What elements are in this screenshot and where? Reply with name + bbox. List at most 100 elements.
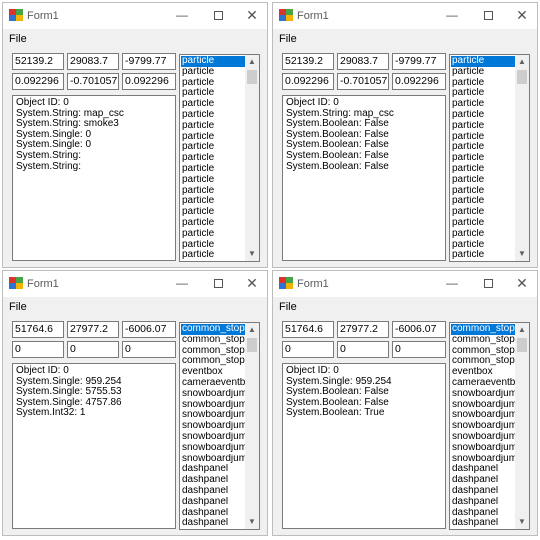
list-scrollbar[interactable]: ▲ ▼ (515, 55, 529, 261)
list-item[interactable]: common_stoppl (181, 335, 245, 346)
list-item[interactable]: common_stoppl (451, 346, 515, 357)
position-z-field[interactable]: -6006.07 (392, 321, 446, 338)
position-y-field[interactable]: 27977.2 (67, 321, 119, 338)
list-item[interactable]: particle (181, 186, 245, 197)
list-scrollbar[interactable]: ▲ ▼ (245, 55, 259, 261)
position-z-field[interactable]: -6006.07 (122, 321, 176, 338)
rotation-z-field[interactable]: 0.092296 (122, 73, 176, 90)
rotation-x-field[interactable]: 0.092296 (12, 73, 64, 90)
minimize-button[interactable]: — (443, 7, 461, 23)
object-listbox[interactable]: particle particle particle particle particle… (179, 54, 260, 262)
maximize-button[interactable] (209, 275, 227, 291)
menu-file[interactable]: File (9, 301, 27, 313)
rotation-z-field[interactable]: 0 (122, 341, 176, 358)
rotation-y-field[interactable]: -0.701057 (337, 73, 389, 90)
position-y-field[interactable]: 27977.2 (337, 321, 389, 338)
list-item[interactable]: particle (451, 142, 515, 153)
rotation-y-field[interactable]: 0 (67, 341, 119, 358)
list-item[interactable]: dashpanel (181, 486, 245, 497)
list-item[interactable]: particle (181, 67, 245, 78)
object-listbox[interactable]: common_stoppcommon_stopplcommon_stopplco… (449, 322, 530, 530)
scroll-down-icon[interactable]: ▼ (245, 247, 259, 261)
position-x-field[interactable]: 52139.2 (12, 53, 64, 70)
minimize-button[interactable]: — (443, 275, 461, 291)
scroll-thumb[interactable] (247, 338, 257, 352)
object-listbox[interactable]: particle particle particle particle particle… (449, 54, 530, 262)
list-item[interactable]: dashpanel (181, 464, 245, 475)
close-button[interactable]: ✕ (243, 7, 261, 23)
list-item[interactable]: common_stoppl (181, 356, 245, 367)
list-item[interactable]: particle (451, 99, 515, 110)
list-item[interactable]: snowboardjump (181, 421, 245, 432)
list-item[interactable]: particle (181, 110, 245, 121)
rotation-y-field[interactable]: 0 (337, 341, 389, 358)
rotation-z-field[interactable]: 0 (392, 341, 446, 358)
list-item[interactable]: particle (181, 121, 245, 132)
list-item[interactable]: snowboardjump (181, 454, 245, 465)
list-item[interactable]: particle (451, 88, 515, 99)
list-item[interactable]: dashpanel (181, 497, 245, 508)
list-item[interactable]: particle (451, 153, 515, 164)
list-item[interactable]: particle (181, 153, 245, 164)
scroll-up-icon[interactable]: ▲ (515, 323, 529, 337)
list-item[interactable]: particle (181, 250, 245, 261)
list-item[interactable]: particle (181, 196, 245, 207)
position-z-field[interactable]: -9799.77 (392, 53, 446, 70)
scroll-up-icon[interactable]: ▲ (245, 55, 259, 69)
scroll-thumb[interactable] (517, 70, 527, 84)
list-item[interactable]: snowboardjump (181, 400, 245, 411)
position-x-field[interactable]: 52139.2 (282, 53, 334, 70)
list-item[interactable]: particle (181, 218, 245, 229)
minimize-button[interactable]: — (173, 275, 191, 291)
list-item[interactable]: particle (451, 121, 515, 132)
maximize-button[interactable] (479, 275, 497, 291)
scroll-up-icon[interactable]: ▲ (515, 55, 529, 69)
rotation-x-field[interactable]: 0 (282, 341, 334, 358)
maximize-button[interactable] (479, 7, 497, 23)
maximize-button[interactable] (209, 7, 227, 23)
object-details-textbox[interactable]: Object ID: 0 System.String: map_csc System… (12, 95, 176, 261)
list-item[interactable]: snowboardjump (451, 389, 515, 400)
list-item[interactable]: dashpanel (451, 497, 515, 508)
list-item[interactable]: eventbox (181, 367, 245, 378)
list-scrollbar[interactable]: ▲ ▼ (515, 323, 529, 529)
list-item[interactable]: common_stopp (181, 324, 245, 335)
list-item[interactable]: common_stoppl (451, 356, 515, 367)
list-item[interactable]: snowboardjump (451, 410, 515, 421)
list-item[interactable]: particle (451, 186, 515, 197)
object-details-textbox[interactable]: Object ID: 0 System.Single: 959.254 System… (12, 363, 176, 529)
list-item[interactable]: particle (451, 240, 515, 251)
scroll-up-icon[interactable]: ▲ (245, 323, 259, 337)
rotation-x-field[interactable]: 0 (12, 341, 64, 358)
rotation-z-field[interactable]: 0.092296 (392, 73, 446, 90)
scroll-down-icon[interactable]: ▼ (245, 515, 259, 529)
list-item[interactable]: particle (451, 196, 515, 207)
list-item[interactable]: common_stoppl (451, 335, 515, 346)
scroll-thumb[interactable] (517, 338, 527, 352)
position-y-field[interactable]: 29083.7 (337, 53, 389, 70)
list-item[interactable]: particle (181, 132, 245, 143)
list-item[interactable]: particle (451, 67, 515, 78)
list-item[interactable]: dashpanel (181, 475, 245, 486)
list-item[interactable]: particle (451, 175, 515, 186)
list-item[interactable]: particle (181, 78, 245, 89)
list-item[interactable]: particle (451, 56, 515, 67)
list-item[interactable]: snowboardjump (451, 400, 515, 411)
object-listbox[interactable]: common_stoppcommon_stopplcommon_stopplco… (179, 322, 260, 530)
list-item[interactable]: particle (451, 132, 515, 143)
list-item[interactable]: snowboardjump (181, 432, 245, 443)
object-details-textbox[interactable]: Object ID: 0 System.Single: 959.254 System… (282, 363, 446, 529)
list-item[interactable]: particle (181, 175, 245, 186)
position-x-field[interactable]: 51764.6 (12, 321, 64, 338)
scroll-down-icon[interactable]: ▼ (515, 247, 529, 261)
list-item[interactable]: snowboardjump (181, 443, 245, 454)
list-scrollbar[interactable]: ▲ ▼ (245, 323, 259, 529)
list-item[interactable]: dashpanel (451, 486, 515, 497)
list-item[interactable]: snowboardjump (181, 410, 245, 421)
list-item[interactable]: particle (451, 164, 515, 175)
minimize-button[interactable]: — (173, 7, 191, 23)
menu-file[interactable]: File (9, 33, 27, 45)
list-item[interactable]: dashpanel (451, 464, 515, 475)
list-item[interactable]: particle (181, 240, 245, 251)
list-item[interactable]: particle (181, 229, 245, 240)
